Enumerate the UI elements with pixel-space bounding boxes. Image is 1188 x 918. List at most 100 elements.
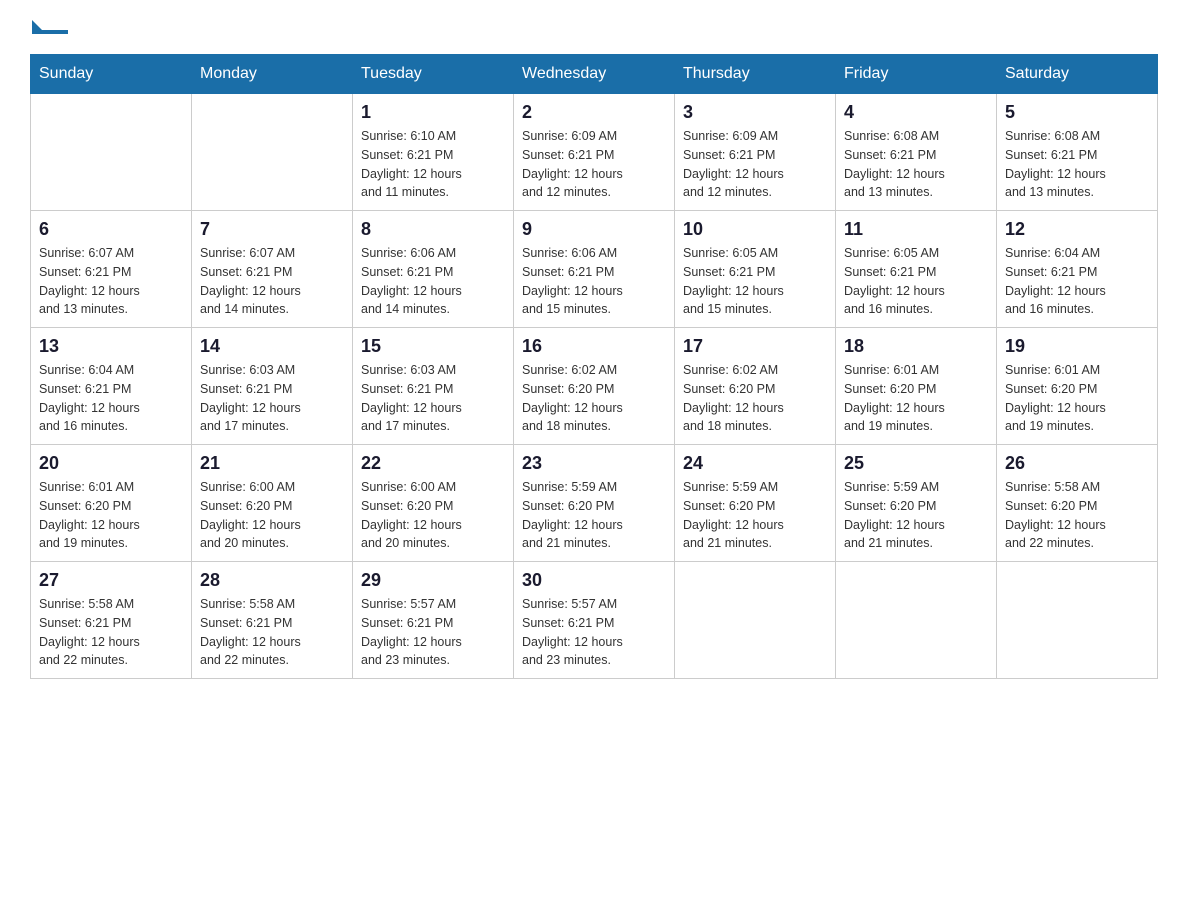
day-info: Sunrise: 6:10 AMSunset: 6:21 PMDaylight:… (361, 127, 505, 202)
day-info: Sunrise: 6:00 AMSunset: 6:20 PMDaylight:… (361, 478, 505, 553)
header-saturday: Saturday (997, 55, 1158, 94)
day-number: 23 (522, 453, 666, 474)
day-info: Sunrise: 6:03 AMSunset: 6:21 PMDaylight:… (361, 361, 505, 436)
day-info: Sunrise: 6:09 AMSunset: 6:21 PMDaylight:… (683, 127, 827, 202)
day-info: Sunrise: 5:58 AMSunset: 6:20 PMDaylight:… (1005, 478, 1149, 553)
day-number: 29 (361, 570, 505, 591)
day-number: 5 (1005, 102, 1149, 123)
day-number: 15 (361, 336, 505, 357)
day-number: 6 (39, 219, 183, 240)
day-number: 18 (844, 336, 988, 357)
calendar-cell: 15 Sunrise: 6:03 AMSunset: 6:21 PMDayligh… (353, 328, 514, 445)
day-info: Sunrise: 6:02 AMSunset: 6:20 PMDaylight:… (683, 361, 827, 436)
week-row-4: 20 Sunrise: 6:01 AMSunset: 6:20 PMDayligh… (31, 445, 1158, 562)
day-info: Sunrise: 5:59 AMSunset: 6:20 PMDaylight:… (522, 478, 666, 553)
day-info: Sunrise: 6:07 AMSunset: 6:21 PMDaylight:… (39, 244, 183, 319)
calendar-cell: 7 Sunrise: 6:07 AMSunset: 6:21 PMDaylight… (192, 211, 353, 328)
day-info: Sunrise: 6:01 AMSunset: 6:20 PMDaylight:… (844, 361, 988, 436)
day-number: 1 (361, 102, 505, 123)
day-number: 7 (200, 219, 344, 240)
day-info: Sunrise: 6:03 AMSunset: 6:21 PMDaylight:… (200, 361, 344, 436)
day-info: Sunrise: 6:04 AMSunset: 6:21 PMDaylight:… (39, 361, 183, 436)
calendar-cell (192, 94, 353, 211)
day-number: 13 (39, 336, 183, 357)
day-info: Sunrise: 6:06 AMSunset: 6:21 PMDaylight:… (522, 244, 666, 319)
calendar-cell: 10 Sunrise: 6:05 AMSunset: 6:21 PMDayligh… (675, 211, 836, 328)
calendar-cell: 5 Sunrise: 6:08 AMSunset: 6:21 PMDaylight… (997, 94, 1158, 211)
day-info: Sunrise: 6:05 AMSunset: 6:21 PMDaylight:… (683, 244, 827, 319)
day-number: 11 (844, 219, 988, 240)
calendar-cell: 6 Sunrise: 6:07 AMSunset: 6:21 PMDaylight… (31, 211, 192, 328)
day-number: 14 (200, 336, 344, 357)
day-number: 28 (200, 570, 344, 591)
header-friday: Friday (836, 55, 997, 94)
day-number: 12 (1005, 219, 1149, 240)
calendar-table: Sunday Monday Tuesday Wednesday Thursday… (30, 54, 1158, 679)
calendar-cell: 14 Sunrise: 6:03 AMSunset: 6:21 PMDayligh… (192, 328, 353, 445)
day-info: Sunrise: 6:04 AMSunset: 6:21 PMDaylight:… (1005, 244, 1149, 319)
calendar-cell: 17 Sunrise: 6:02 AMSunset: 6:20 PMDayligh… (675, 328, 836, 445)
day-number: 19 (1005, 336, 1149, 357)
calendar-cell (836, 562, 997, 679)
day-info: Sunrise: 5:57 AMSunset: 6:21 PMDaylight:… (522, 595, 666, 670)
day-info: Sunrise: 5:59 AMSunset: 6:20 PMDaylight:… (844, 478, 988, 553)
logo (30, 20, 72, 34)
day-info: Sunrise: 6:05 AMSunset: 6:21 PMDaylight:… (844, 244, 988, 319)
day-number: 17 (683, 336, 827, 357)
day-info: Sunrise: 6:01 AMSunset: 6:20 PMDaylight:… (1005, 361, 1149, 436)
calendar-cell: 25Sunrise: 5:59 AMSunset: 6:20 PMDayligh… (836, 445, 997, 562)
header-tuesday: Tuesday (353, 55, 514, 94)
day-info: Sunrise: 6:01 AMSunset: 6:20 PMDaylight:… (39, 478, 183, 553)
day-info: Sunrise: 6:08 AMSunset: 6:21 PMDaylight:… (844, 127, 988, 202)
calendar-cell (675, 562, 836, 679)
day-info: Sunrise: 6:00 AMSunset: 6:20 PMDaylight:… (200, 478, 344, 553)
calendar-cell: 30 Sunrise: 5:57 AMSunset: 6:21 PMDayligh… (514, 562, 675, 679)
day-info: Sunrise: 5:58 AMSunset: 6:21 PMDaylight:… (39, 595, 183, 670)
day-number: 30 (522, 570, 666, 591)
day-number: 3 (683, 102, 827, 123)
calendar-cell: 27 Sunrise: 5:58 AMSunset: 6:21 PMDayligh… (31, 562, 192, 679)
day-number: 21 (200, 453, 344, 474)
calendar-cell: 9 Sunrise: 6:06 AMSunset: 6:21 PMDaylight… (514, 211, 675, 328)
calendar-cell: 18 Sunrise: 6:01 AMSunset: 6:20 PMDayligh… (836, 328, 997, 445)
calendar-cell: 3 Sunrise: 6:09 AMSunset: 6:21 PMDaylight… (675, 94, 836, 211)
day-number: 8 (361, 219, 505, 240)
calendar-cell: 12 Sunrise: 6:04 AMSunset: 6:21 PMDayligh… (997, 211, 1158, 328)
day-info: Sunrise: 6:06 AMSunset: 6:21 PMDaylight:… (361, 244, 505, 319)
week-row-2: 6 Sunrise: 6:07 AMSunset: 6:21 PMDaylight… (31, 211, 1158, 328)
header-monday: Monday (192, 55, 353, 94)
calendar-cell: 8 Sunrise: 6:06 AMSunset: 6:21 PMDaylight… (353, 211, 514, 328)
calendar-cell: 11 Sunrise: 6:05 AMSunset: 6:21 PMDayligh… (836, 211, 997, 328)
day-number: 20 (39, 453, 183, 474)
day-number: 16 (522, 336, 666, 357)
day-number: 2 (522, 102, 666, 123)
week-row-3: 13 Sunrise: 6:04 AMSunset: 6:21 PMDayligh… (31, 328, 1158, 445)
calendar-cell: 21 Sunrise: 6:00 AMSunset: 6:20 PMDayligh… (192, 445, 353, 562)
header-wednesday: Wednesday (514, 55, 675, 94)
day-number: 10 (683, 219, 827, 240)
day-info: Sunrise: 6:09 AMSunset: 6:21 PMDaylight:… (522, 127, 666, 202)
header-sunday: Sunday (31, 55, 192, 94)
header-thursday: Thursday (675, 55, 836, 94)
week-row-5: 27 Sunrise: 5:58 AMSunset: 6:21 PMDayligh… (31, 562, 1158, 679)
day-info: Sunrise: 5:57 AMSunset: 6:21 PMDaylight:… (361, 595, 505, 670)
calendar-cell: 28 Sunrise: 5:58 AMSunset: 6:21 PMDayligh… (192, 562, 353, 679)
week-row-1: 1 Sunrise: 6:10 AMSunset: 6:21 PMDaylight… (31, 94, 1158, 211)
calendar-cell: 29 Sunrise: 5:57 AMSunset: 6:21 PMDayligh… (353, 562, 514, 679)
calendar-cell: 22Sunrise: 6:00 AMSunset: 6:20 PMDayligh… (353, 445, 514, 562)
calendar-cell: 20 Sunrise: 6:01 AMSunset: 6:20 PMDayligh… (31, 445, 192, 562)
day-info: Sunrise: 6:02 AMSunset: 6:20 PMDaylight:… (522, 361, 666, 436)
calendar-cell: 19 Sunrise: 6:01 AMSunset: 6:20 PMDayligh… (997, 328, 1158, 445)
day-number: 27 (39, 570, 183, 591)
calendar-cell: 4Sunrise: 6:08 AMSunset: 6:21 PMDaylight… (836, 94, 997, 211)
page-header (30, 20, 1158, 34)
day-number: 9 (522, 219, 666, 240)
calendar-cell: 2 Sunrise: 6:09 AMSunset: 6:21 PMDaylight… (514, 94, 675, 211)
calendar-cell: 23 Sunrise: 5:59 AMSunset: 6:20 PMDayligh… (514, 445, 675, 562)
calendar-cell: 13 Sunrise: 6:04 AMSunset: 6:21 PMDayligh… (31, 328, 192, 445)
day-info: Sunrise: 6:08 AMSunset: 6:21 PMDaylight:… (1005, 127, 1149, 202)
day-info: Sunrise: 5:58 AMSunset: 6:21 PMDaylight:… (200, 595, 344, 670)
day-info: Sunrise: 6:07 AMSunset: 6:21 PMDaylight:… (200, 244, 344, 319)
day-number: 26 (1005, 453, 1149, 474)
day-info: Sunrise: 5:59 AMSunset: 6:20 PMDaylight:… (683, 478, 827, 553)
